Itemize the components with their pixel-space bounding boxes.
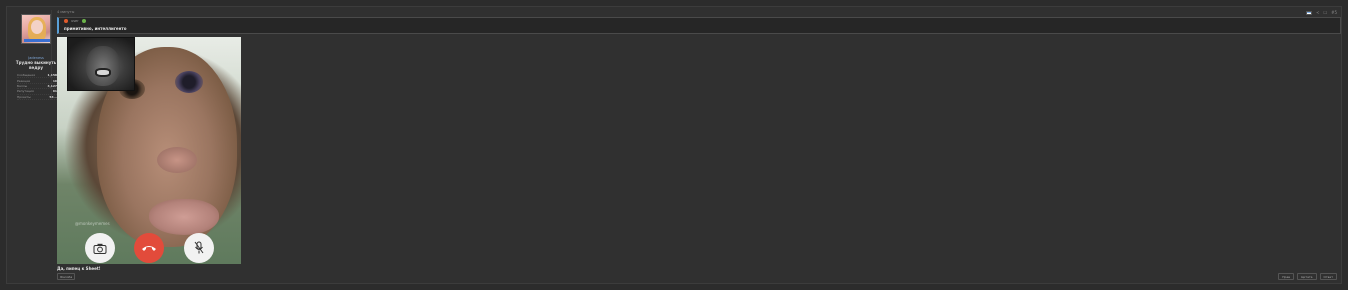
quote-block: user примитивно, интеллигенто [57, 17, 1341, 34]
stat-row: Проекты 54... [17, 95, 57, 100]
report-button[interactable]: Жалоба [57, 273, 75, 280]
stat-label: Сообщения [17, 73, 36, 78]
post-caption: Да, пипец к Sheet! [57, 266, 101, 271]
mic-muted-icon [194, 241, 204, 254]
mute-button [184, 233, 214, 263]
stat-value: 1,158 [47, 73, 58, 78]
phone-hangup-icon [142, 246, 156, 251]
image-watermark: @monkeymemes [75, 221, 110, 226]
quote-button[interactable]: Цитата [1297, 273, 1317, 280]
stat-label: Проекты [17, 94, 31, 99]
monkey-mouth [149, 199, 219, 235]
stat-value: 54... [49, 94, 57, 99]
forum-post: Jadeness Трудно выкинуть ведру Сообщения… [11, 7, 1341, 283]
pip-monkey-face [86, 46, 120, 86]
camera-button [85, 233, 115, 263]
avatar-badge [24, 39, 50, 42]
monkey-nose [157, 147, 197, 173]
quote-header: user [64, 19, 86, 23]
monkey-eye-right [175, 71, 203, 93]
user-stats: Сообщения 1,158 Реакции 16 Баллы 4,127 Репу… [17, 73, 57, 100]
stat-value: 4,127 [47, 83, 58, 88]
like-button[interactable]: Нрав [1278, 273, 1295, 280]
post-frame: Jadeness Трудно выкинуть ведру Сообщения… [6, 6, 1342, 284]
reply-button[interactable]: Ответ [1319, 273, 1337, 280]
quote-text: примитивно, интеллигенто [64, 26, 127, 31]
attached-image[interactable]: @monkeymemes [57, 37, 241, 264]
avatar[interactable] [21, 14, 51, 44]
quote-author[interactable]: user [71, 19, 79, 23]
quote-avatar-icon [64, 19, 68, 23]
video-call-preview [67, 37, 135, 91]
user-cell: Jadeness Трудно выкинуть ведру Сообщения… [14, 10, 57, 100]
post-tools: < ☐ #5 [1306, 10, 1337, 15]
stat-label: Репутация [17, 89, 34, 94]
user-title: Трудно выкинуть ведру [15, 60, 57, 70]
stat-label: Реакции [17, 78, 31, 83]
flag-icon [1306, 10, 1313, 15]
bookmark-icon[interactable]: ☐ [1324, 10, 1328, 15]
pip-monkey-mouth [95, 68, 111, 77]
quote-jump-icon[interactable] [81, 19, 86, 23]
post-number[interactable]: #5 [1331, 10, 1337, 15]
avatar-face [31, 20, 43, 34]
post-actions: Нрав Цитата Ответ [1278, 273, 1337, 280]
camera-icon [93, 243, 107, 254]
post-date[interactable]: 4 минуты [57, 10, 74, 14]
share-icon[interactable]: < [1316, 10, 1319, 15]
hangup-button [134, 233, 164, 263]
stat-label: Баллы [17, 83, 28, 88]
